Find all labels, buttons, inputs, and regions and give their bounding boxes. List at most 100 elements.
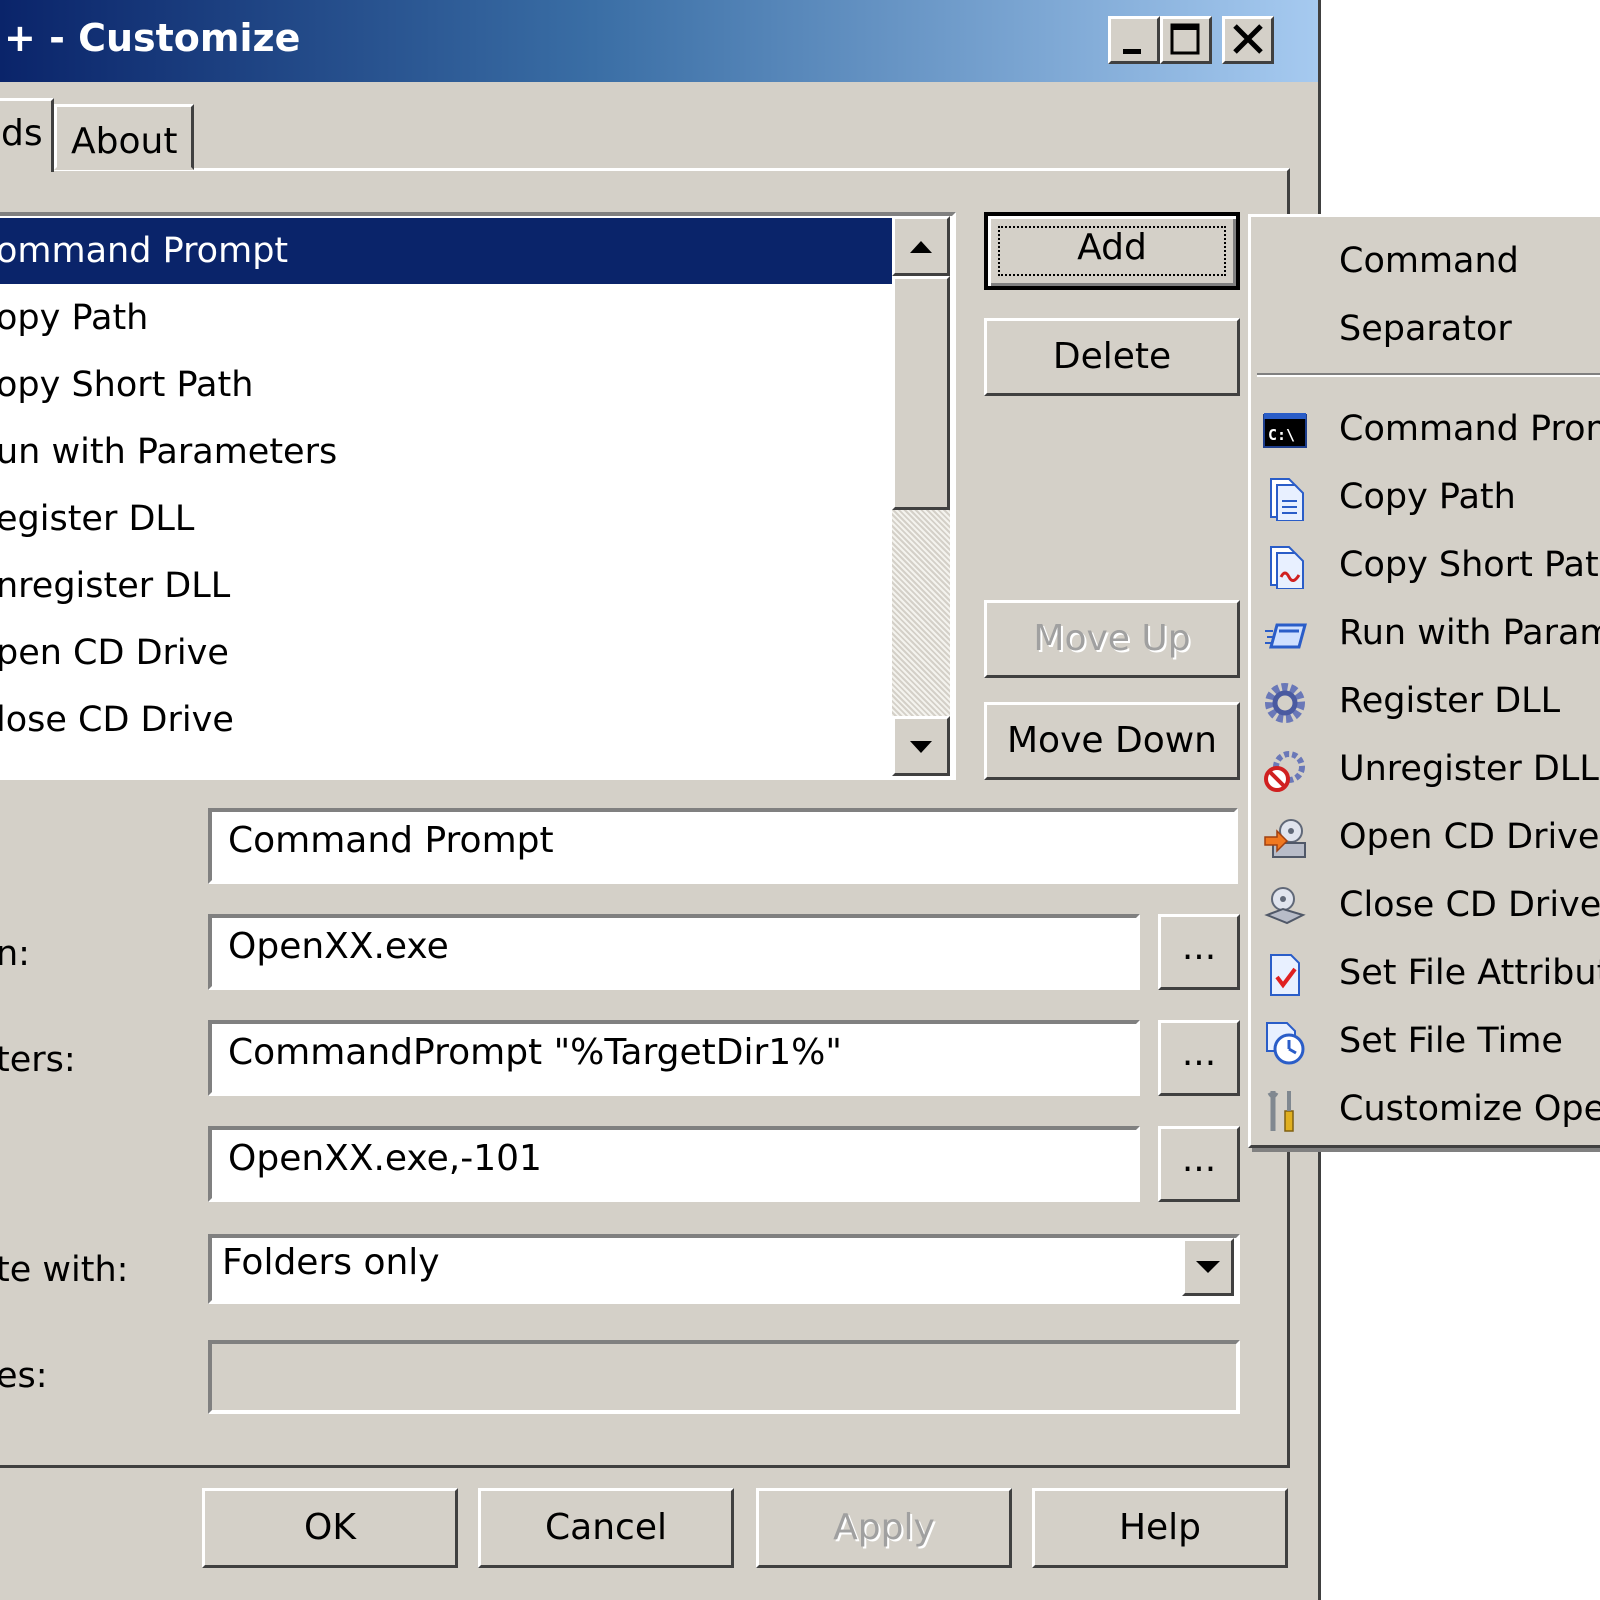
arrow-up-icon (910, 241, 932, 253)
delete-button[interactable]: Delete (984, 318, 1240, 396)
set-file-time-icon (1266, 1022, 1305, 1065)
menu-item-unregister-dll[interactable]: Unregister DLL (1251, 735, 1600, 803)
delete-button-label: Delete (1052, 336, 1172, 377)
help-button-label: Help (1118, 1507, 1202, 1548)
extensions-field (208, 1340, 1240, 1414)
maximize-button[interactable] (1160, 16, 1212, 64)
list-item[interactable]: opy Short Path (0, 352, 894, 418)
menu-item-label: Copy Path (1339, 477, 1516, 517)
icon-field[interactable]: OpenXX.exe,-101 (208, 1126, 1140, 1202)
menu-divider (1257, 373, 1600, 377)
menu-item-label: Set File Attribute (1339, 953, 1600, 993)
menu-item-label: Close CD Drive (1339, 885, 1600, 925)
activate-select[interactable]: Folders only (208, 1234, 1240, 1304)
browse-program-button[interactable]: ... (1158, 914, 1240, 990)
move-down-button[interactable]: Move Down (984, 702, 1240, 780)
menu-item-label: Set File Time (1339, 1021, 1563, 1061)
menu-item-command[interactable]: Command (1251, 227, 1600, 295)
list-item[interactable]: nregister DLL (0, 553, 894, 619)
menu-item-separator[interactable]: Separator (1251, 295, 1600, 363)
extensions-label: es: (0, 1356, 48, 1396)
list-item[interactable]: opy Path (0, 285, 894, 351)
program-field[interactable]: OpenXX.exe (208, 914, 1140, 990)
apply-button-label: Apply (833, 1507, 935, 1548)
parameters-label: ters: (0, 1040, 76, 1080)
add-button[interactable]: Add (984, 212, 1240, 290)
tab-about[interactable]: About (54, 104, 194, 170)
dropdown-button[interactable] (1182, 1238, 1234, 1296)
open-cd-drive-icon (1264, 819, 1306, 858)
arrow-down-icon (910, 741, 932, 753)
list-item[interactable]: ommand Prompt (0, 218, 894, 284)
title-bar[interactable]: + - Customize (0, 0, 1318, 82)
scroll-thumb[interactable] (892, 276, 950, 510)
parameters-field[interactable]: CommandPrompt "%TargetDir1%" (208, 1020, 1140, 1096)
menu-item-label: Register DLL (1339, 681, 1561, 721)
menu-item-register-dll[interactable]: Register DLL (1251, 667, 1600, 735)
minimize-button[interactable] (1108, 16, 1160, 64)
menu-item-set-file-time[interactable]: Set File Time (1251, 1007, 1600, 1075)
menu-item-label: Customize Open (1339, 1089, 1600, 1129)
svg-text:C:\: C:\ (1268, 426, 1295, 444)
list-item[interactable]: un with Parameters (0, 419, 894, 485)
menu-item-set-file-attributes[interactable]: Set File Attribute (1251, 939, 1600, 1007)
menu-item-customize[interactable]: Customize Open (1251, 1075, 1600, 1143)
list-item[interactable]: lose CD Drive (0, 687, 894, 753)
chevron-down-icon (1196, 1261, 1220, 1273)
menu-item-copy-short-path[interactable]: Copy Short Path (1251, 531, 1600, 599)
apply-button[interactable]: Apply (756, 1488, 1012, 1568)
menu-item-label: Command (1339, 241, 1519, 281)
cancel-button-label: Cancel (545, 1507, 667, 1548)
cancel-button[interactable]: Cancel (478, 1488, 734, 1568)
menu-item-copy-path[interactable]: Copy Path (1251, 463, 1600, 531)
customize-icon (1267, 1091, 1294, 1132)
close-icon (1233, 24, 1263, 54)
command-prompt-icon: C:\ (1263, 413, 1307, 448)
browse-parameters-button[interactable]: ... (1158, 1020, 1240, 1096)
browse-label: ... (1181, 927, 1217, 968)
list-scrollbar[interactable] (892, 216, 950, 776)
move-up-button[interactable]: Move Up (984, 600, 1240, 678)
window-title: + - Customize (4, 16, 301, 60)
menu-item-label: Open CD Drive (1339, 817, 1600, 857)
add-popup-menu: Command Separator C:\ Command Promp Copy… (1248, 214, 1600, 1148)
browse-label: ... (1181, 1033, 1217, 1074)
menu-item-label: Copy Short Path (1339, 545, 1600, 585)
customize-window: + - Customize ds About ommand Prompt opy… (0, 0, 1321, 1600)
browse-label: ... (1181, 1139, 1217, 1180)
commands-listbox[interactable]: ommand Prompt opy Path opy Short Path un… (0, 212, 956, 780)
list-item[interactable]: pen CD Drive (0, 620, 894, 686)
ok-button[interactable]: OK (202, 1488, 458, 1568)
menu-item-label: Separator (1339, 309, 1512, 349)
browse-icon-button[interactable]: ... (1158, 1126, 1240, 1202)
program-label: n: (0, 934, 30, 974)
menu-item-label: Unregister DLL (1339, 749, 1599, 789)
maximize-icon (1170, 23, 1200, 55)
tab-about-label: About (71, 121, 178, 162)
close-cd-drive-icon (1264, 887, 1306, 925)
menu-item-label: Run with Parame (1339, 613, 1600, 653)
tab-commands-label: ds (1, 113, 43, 154)
list-item[interactable]: egister DLL (0, 486, 894, 552)
scroll-down-button[interactable] (892, 716, 950, 776)
scroll-up-button[interactable] (892, 216, 950, 276)
move-down-button-label: Move Down (1007, 720, 1217, 761)
menu-item-close-cd-drive[interactable]: Close CD Drive (1251, 871, 1600, 939)
menu-item-label: Command Promp (1339, 409, 1600, 449)
run-with-parameters-icon (1265, 623, 1307, 649)
minimize-icon (1123, 49, 1141, 54)
copy-path-icon (1270, 478, 1304, 521)
focus-rect (998, 226, 1226, 276)
menu-item-command-prompt[interactable]: C:\ Command Promp (1251, 395, 1600, 463)
tab-commands[interactable]: ds (0, 98, 54, 172)
close-button[interactable] (1222, 16, 1274, 64)
help-button[interactable]: Help (1032, 1488, 1288, 1568)
unregister-dll-icon (1264, 751, 1305, 792)
menu-item-open-cd-drive[interactable]: Open CD Drive (1251, 803, 1600, 871)
ok-button-label: OK (304, 1507, 356, 1548)
set-file-attributes-icon (1270, 954, 1300, 996)
activate-label: te with: (0, 1250, 129, 1290)
name-field[interactable]: Command Prompt (208, 808, 1238, 884)
menu-item-run-with-parameters[interactable]: Run with Parame (1251, 599, 1600, 667)
move-up-button-label: Move Up (1033, 618, 1191, 659)
